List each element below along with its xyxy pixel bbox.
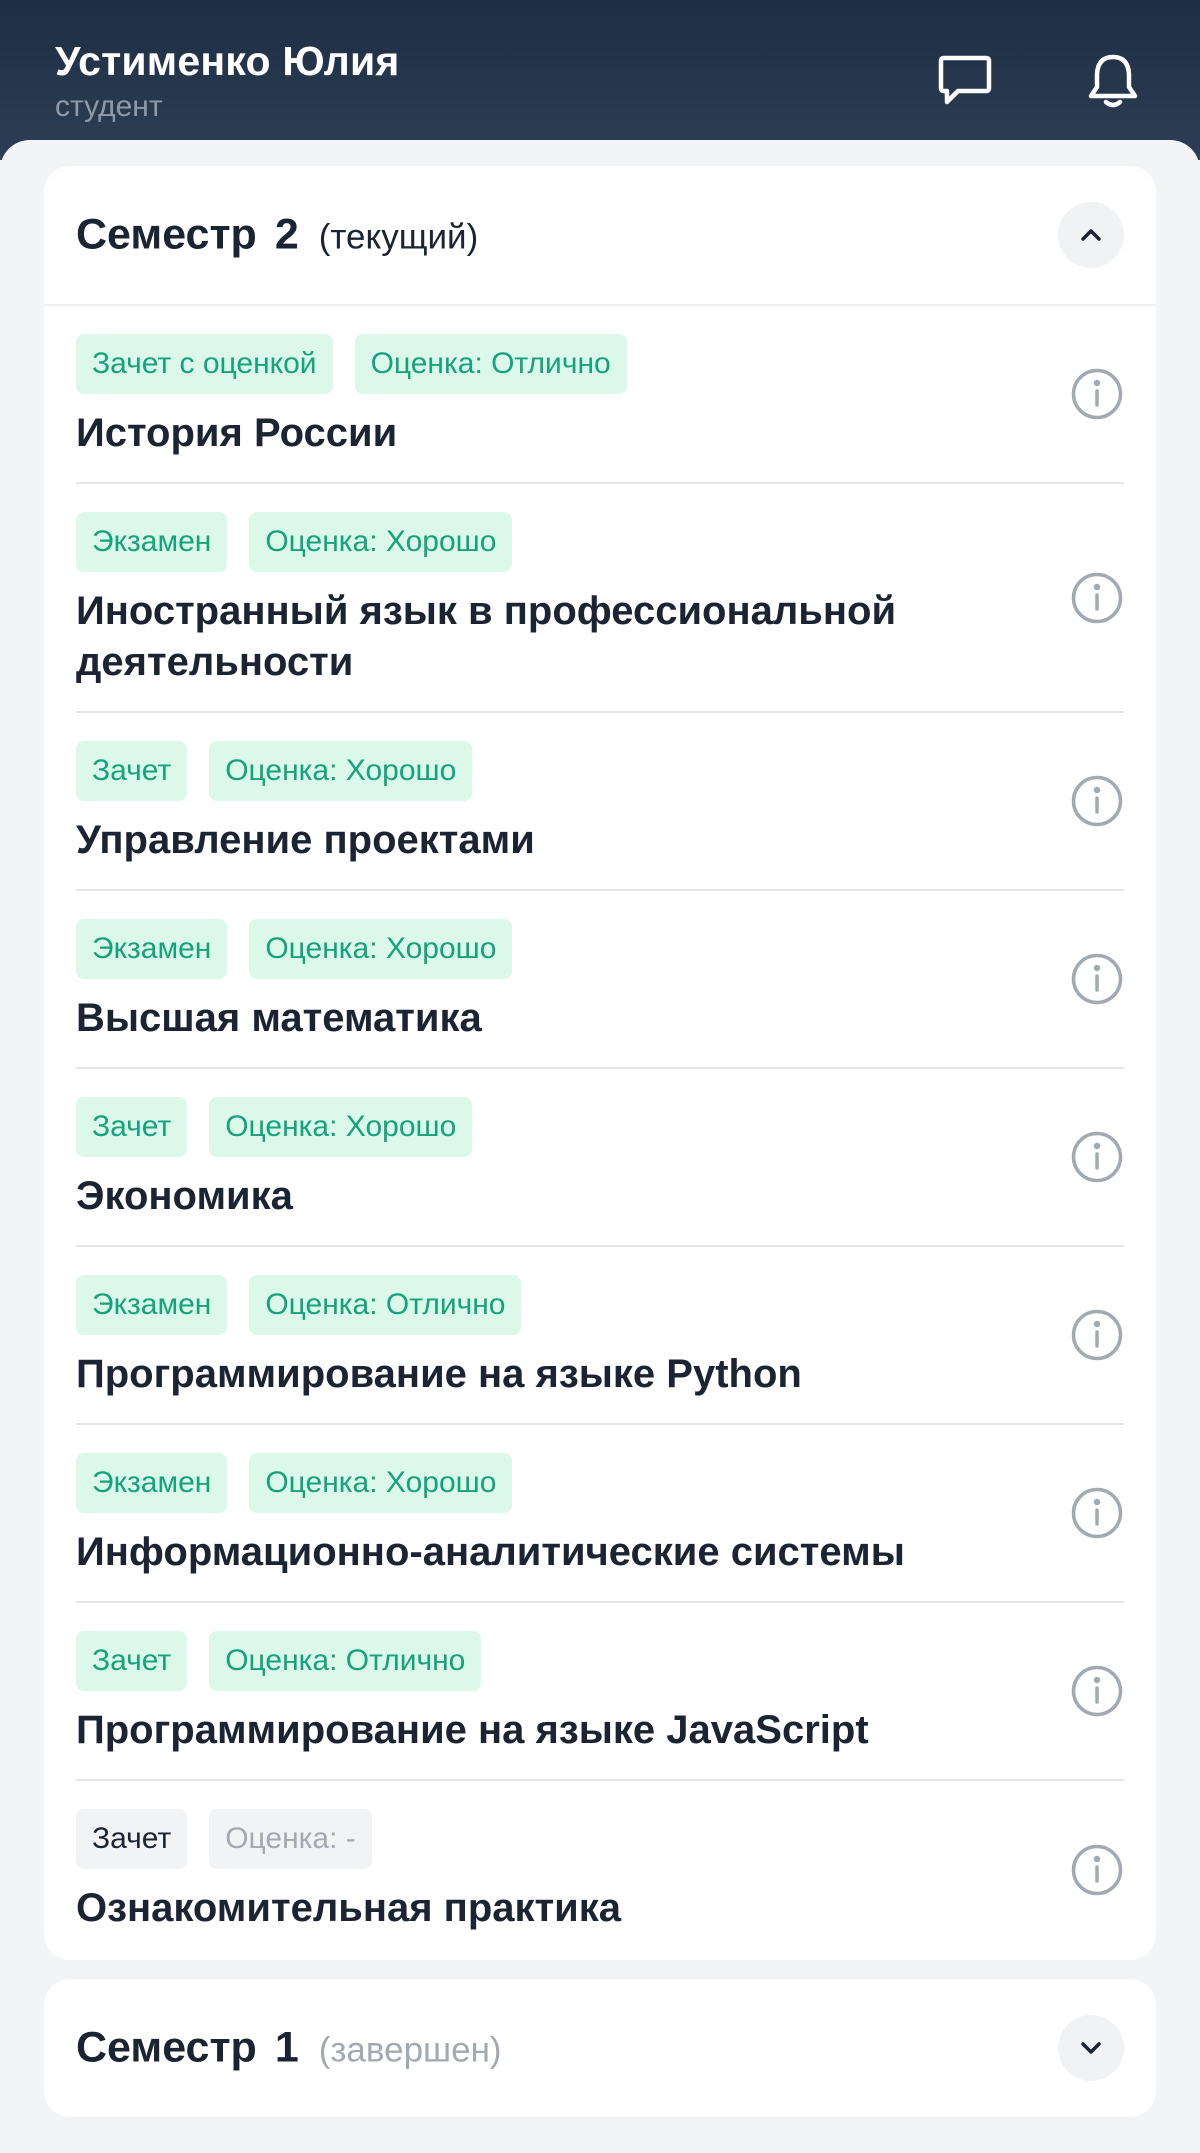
assessment-type-badge: Зачет	[76, 741, 188, 801]
assessment-type-badge: Зачет	[76, 1631, 188, 1691]
list-item[interactable]: Экзамен Оценка: Отлично Программирование…	[76, 1247, 1124, 1425]
subject-name: Управление проектами	[76, 818, 535, 862]
semester-number: 2	[274, 210, 299, 259]
semester-status: (завершен)	[318, 2030, 502, 2070]
semester-label: Семестр	[76, 210, 257, 259]
assessment-type-badge: Зачет	[76, 1809, 188, 1869]
list-item[interactable]: Зачет Оценка: Хорошо Управление проектам…	[76, 713, 1124, 891]
chevron-down-icon	[1081, 2042, 1101, 2054]
chevron-up-icon	[1081, 229, 1101, 241]
semester-status: (текущий)	[318, 217, 479, 257]
subject-name: Высшая математика	[76, 996, 482, 1040]
grade-badge: Оценка: -	[209, 1809, 372, 1869]
list-item[interactable]: Экзамен Оценка: Хорошо Высшая математика	[76, 891, 1124, 1069]
semester-card-2: Семестр 2 (текущий) Зачет с оценкой Оценка…	[44, 166, 1156, 1960]
info-icon[interactable]	[1070, 1486, 1124, 1540]
subject-name: Ознакомительная практика	[76, 1886, 621, 1930]
list-item[interactable]: Экзамен Оценка: Хорошо Информационно-ана…	[76, 1425, 1124, 1603]
grade-badge: Оценка: Хорошо	[209, 1097, 473, 1157]
semester-label: Семестр	[76, 2023, 257, 2072]
info-icon[interactable]	[1070, 367, 1124, 421]
info-icon[interactable]	[1070, 1308, 1124, 1362]
assessment-type-badge: Экзамен	[76, 1275, 228, 1335]
grade-badge: Оценка: Хорошо	[209, 741, 473, 801]
info-icon[interactable]	[1070, 1843, 1124, 1897]
assessment-type-badge: Зачет	[76, 1097, 188, 1157]
info-icon[interactable]	[1070, 1130, 1124, 1184]
semester-header-2[interactable]: Семестр 2 (текущий)	[44, 166, 1156, 306]
assessment-type-badge: Зачет с оценкой	[76, 334, 333, 394]
grade-badge: Оценка: Хорошо	[249, 1453, 513, 1513]
list-item[interactable]: Зачет Оценка: Хорошо Экономика	[76, 1069, 1124, 1247]
subject-name: Информационно-аналитические системы	[76, 1530, 905, 1574]
grade-badge: Оценка: Отлично	[209, 1631, 482, 1691]
semester-title: Семестр 2 (текущий)	[76, 211, 478, 260]
user-role: студент	[55, 90, 163, 123]
expand-button[interactable]	[1058, 2015, 1124, 2081]
subject-name: Экономика	[76, 1174, 293, 1218]
user-name: Устименко Юлия	[55, 38, 400, 84]
subject-list: Зачет с оценкой Оценка: Отлично История …	[44, 306, 1156, 1959]
list-item[interactable]: Экзамен Оценка: Хорошо Иностранный язык …	[76, 484, 1124, 713]
list-item[interactable]: Зачет Оценка: - Ознакомительная практика	[76, 1781, 1124, 1959]
subject-name: Программирование на языке JavaScript	[76, 1708, 869, 1752]
assessment-type-badge: Экзамен	[76, 512, 228, 572]
info-icon[interactable]	[1070, 571, 1124, 625]
info-icon[interactable]	[1070, 774, 1124, 828]
subject-name: Иностранный язык в профессиональной деят…	[76, 589, 897, 684]
semester-card-1: Семестр 1 (завершен)	[44, 1979, 1156, 2117]
grade-badge: Оценка: Хорошо	[249, 919, 513, 979]
subject-name: Программирование на языке Python	[76, 1352, 802, 1396]
collapse-button[interactable]	[1058, 202, 1124, 268]
semester-header-1[interactable]: Семестр 1 (завершен)	[44, 1979, 1156, 2117]
info-icon[interactable]	[1070, 1664, 1124, 1718]
info-icon[interactable]	[1070, 952, 1124, 1006]
semester-number: 1	[274, 2023, 299, 2072]
app-header: Устименко Юлия студент	[0, 0, 1200, 160]
assessment-type-badge: Экзамен	[76, 1453, 228, 1513]
bell-icon[interactable]	[1084, 52, 1142, 110]
grade-badge: Оценка: Хорошо	[249, 512, 513, 572]
subject-name: История России	[76, 411, 398, 455]
chat-icon[interactable]	[936, 52, 994, 110]
list-item[interactable]: Зачет с оценкой Оценка: Отлично История …	[76, 306, 1124, 484]
semester-title: Семестр 1 (завершен)	[76, 2024, 502, 2073]
grade-badge: Оценка: Отлично	[249, 1275, 522, 1335]
grade-badge: Оценка: Отлично	[354, 334, 627, 394]
list-item[interactable]: Зачет Оценка: Отлично Программирование н…	[76, 1603, 1124, 1781]
assessment-type-badge: Экзамен	[76, 919, 228, 979]
